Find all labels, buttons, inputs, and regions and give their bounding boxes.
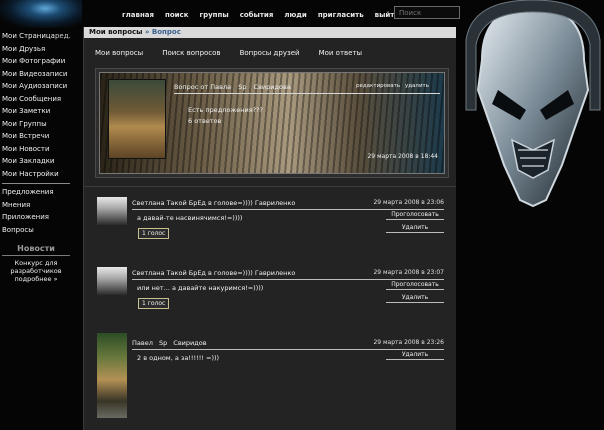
background-eye-image [0, 0, 82, 28]
answer-author[interactable]: Павел Sp Свиридов [132, 339, 211, 347]
search-input[interactable] [394, 6, 460, 19]
vote-button[interactable]: Проголосовать [386, 211, 444, 220]
divider [132, 349, 444, 350]
tab-friends-questions[interactable]: Вопросы друзей [240, 49, 300, 57]
vote-count-badge: 1 голос [138, 298, 170, 309]
question-date: 29 марта 2008 в 18:44 [367, 153, 438, 160]
author-mid[interactable]: Sp [159, 339, 167, 347]
sidebar-item-videos[interactable]: Мои Видеозаписи [2, 68, 70, 81]
answers-list: Светлана Такой БрЕд в голове=)))) Гаврил… [84, 186, 456, 418]
tab-search-questions[interactable]: Поиск вопросов [162, 49, 220, 57]
answer-date: 29 марта 2008 в 23:07 [373, 269, 444, 276]
breadcrumb-title[interactable]: Мои вопросы [89, 28, 143, 36]
answer-author[interactable]: Светлана Такой БрЕд в голове=)))) Гаврил… [132, 269, 295, 277]
nav-home[interactable]: главная [122, 11, 154, 19]
divider [132, 209, 444, 210]
answer-item: Светлана Такой БрЕд в голове=)))) Гаврил… [95, 193, 449, 263]
nav-events[interactable]: события [240, 11, 274, 19]
sidebar-item-audio[interactable]: Мои Аудиозаписи [2, 80, 70, 93]
author-prefix: Вопрос от Павла [174, 83, 232, 91]
question-text: Есть предложения??? [188, 106, 263, 114]
news-title: Новости [2, 244, 70, 256]
sidebar-item-label[interactable]: Мои Страница [2, 30, 55, 43]
delete-answer-button[interactable]: Удалить [386, 294, 444, 303]
answer-item: Светлана Такой БрЕд в голове=)))) Гаврил… [95, 263, 449, 333]
nav-groups[interactable]: группы [199, 11, 228, 19]
top-navigation: главная поиск группы события люди пригла… [122, 9, 410, 21]
delete-question-button[interactable]: удалить [405, 83, 429, 89]
sidebar-item-opinions[interactable]: Мнения [2, 199, 70, 212]
nav-people[interactable]: люди [284, 11, 307, 19]
edit-question-button[interactable]: редактировать [356, 83, 400, 89]
sidebar-item-photos[interactable]: Мои Фотографии [2, 55, 70, 68]
author-last[interactable]: Свиридова [254, 83, 291, 91]
sidebar-item-questions[interactable]: Вопросы [2, 224, 70, 237]
question-banner: Вопрос от Павла Sp Свиридова редактирова… [99, 72, 445, 174]
sidebar-item-groups[interactable]: Мои Группы [2, 118, 70, 131]
sidebar-divider [2, 183, 70, 184]
vote-button[interactable]: Проголосовать [386, 281, 444, 290]
sidebar-item-settings[interactable]: Мои Настройки [2, 168, 70, 181]
sidebar-item-apps[interactable]: Приложения [2, 211, 70, 224]
question-card: Вопрос от Павла Sp Свиридова редактирова… [95, 68, 449, 178]
sidebar: Мои Страница ред. Мои Друзья Мои Фотогра… [2, 30, 71, 283]
sidebar-item-news[interactable]: Мои Новости [2, 143, 70, 156]
sidebar-item-offers[interactable]: Предложения [2, 186, 70, 199]
author-last[interactable]: Свиридов [173, 339, 206, 347]
sidebar-item-my-page[interactable]: Мои Страница ред. [2, 30, 71, 43]
background-mask-image [465, 0, 601, 208]
author-mid[interactable]: Sp [238, 83, 246, 91]
question-author: Вопрос от Павла Sp Свиридова [174, 83, 296, 91]
answer-text: 2 в одном, а за!!!!!! =))) [137, 354, 220, 362]
divider [174, 93, 440, 94]
avatar[interactable] [97, 267, 127, 295]
main-panel: Мои вопросы » Вопрос Мои вопросы Поиск в… [83, 27, 456, 430]
nav-search[interactable]: поиск [165, 11, 188, 19]
author-first[interactable]: Павел [132, 339, 153, 347]
answer-text: или нет... а давайте накуримся!=)))) [137, 284, 264, 292]
edit-link[interactable]: ред. [55, 30, 71, 43]
nav-invite[interactable]: пригласить [318, 11, 364, 19]
sidebar-item-meetings[interactable]: Мои Встречи [2, 130, 70, 143]
divider [132, 279, 444, 280]
delete-answer-button[interactable]: Удалить [386, 224, 444, 233]
sidebar-item-notes[interactable]: Мои Заметки [2, 105, 70, 118]
answer-date: 29 марта 2008 в 23:26 [373, 339, 444, 346]
avatar[interactable] [97, 333, 127, 418]
lion-photo [108, 79, 166, 159]
tab-my-answers[interactable]: Мои ответы [319, 49, 363, 57]
delete-answer-button[interactable]: Удалить [386, 351, 444, 360]
answers-count: 6 ответов [188, 117, 222, 125]
avatar[interactable] [97, 197, 127, 225]
news-link[interactable]: Конкурс для разработчиков подробнее » [2, 259, 70, 283]
breadcrumb-current: Вопрос [151, 28, 181, 36]
vote-count-badge: 1 голос [138, 228, 170, 239]
answer-item: Павел Sp Свиридов 29 марта 2008 в 23:26 … [95, 333, 449, 418]
question-tabs: Мои вопросы Поиск вопросов Вопросы друзе… [84, 38, 456, 68]
answer-date: 29 марта 2008 в 23:06 [373, 199, 444, 206]
sidebar-item-bookmarks[interactable]: Мои Закладки [2, 155, 70, 168]
breadcrumb: Мои вопросы » Вопрос [84, 27, 456, 38]
answer-text: а давай-те насвинячимся!=)))) [137, 214, 243, 222]
sidebar-item-messages[interactable]: Мои Сообщения [2, 93, 70, 106]
tab-my-questions[interactable]: Мои вопросы [95, 49, 143, 57]
sidebar-item-friends[interactable]: Мои Друзья [2, 43, 70, 56]
answer-author[interactable]: Светлана Такой БрЕд в голове=)))) Гаврил… [132, 199, 295, 207]
